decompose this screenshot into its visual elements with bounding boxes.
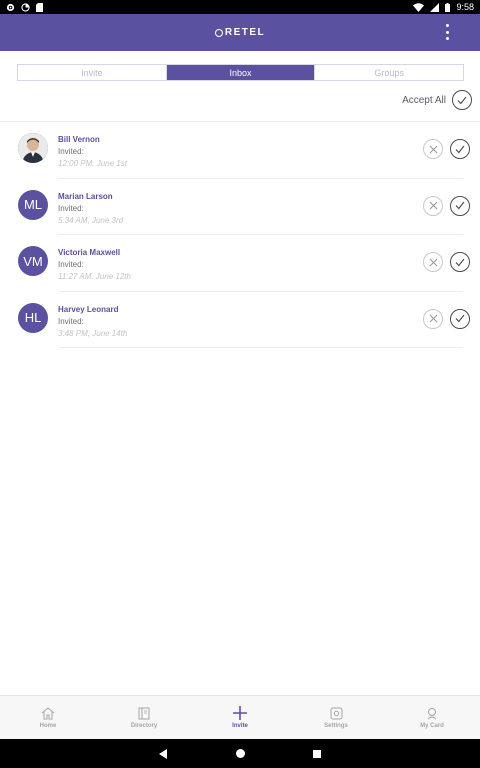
segmented-tabs: Invite Inbox Groups	[17, 64, 464, 81]
back-button[interactable]	[159, 748, 168, 759]
status-bar: 9:58	[0, 0, 480, 14]
home-circle-icon	[236, 749, 245, 758]
close-icon	[429, 258, 437, 266]
accept-all-button[interactable]: Accept All	[402, 90, 472, 110]
check-icon	[455, 314, 465, 323]
invite-name: Harvey Leonard	[58, 304, 119, 314]
nav-home[interactable]: Home	[0, 696, 96, 739]
avatar: VM	[18, 246, 48, 276]
recents-square-icon	[313, 749, 321, 758]
invite-status: Invited:	[58, 203, 84, 213]
nav-settings[interactable]: Settings	[288, 696, 384, 739]
decline-button[interactable]	[423, 139, 443, 159]
directory-icon	[138, 707, 150, 719]
avatar: ML	[18, 189, 48, 220]
avatar	[18, 133, 48, 163]
invite-list: Bill Vernon Invited: 12:00 PM, June 1st …	[0, 122, 480, 348]
decline-button[interactable]	[423, 252, 443, 272]
app-bar: RETEL	[0, 14, 480, 51]
home-icon	[41, 706, 55, 719]
avatar: HL	[18, 302, 48, 333]
nav-label: Directory	[130, 722, 158, 729]
invite-time: 3:48 PM, June 14th	[58, 328, 128, 338]
signal-icon	[430, 2, 440, 12]
nav-my-card[interactable]: My Card	[384, 696, 480, 739]
invite-status: Invited:	[58, 260, 84, 269]
check-icon	[455, 258, 465, 266]
back-triangle-icon	[159, 748, 167, 759]
check-icon	[455, 201, 465, 210]
accept-button[interactable]	[450, 308, 470, 329]
list-item: ML Marian Larson Invited: 5:34 AM, June …	[0, 179, 480, 236]
nav-invite[interactable]: Invite	[192, 696, 288, 739]
logo-ring-icon	[214, 28, 223, 37]
home-button[interactable]	[236, 749, 245, 758]
sd-card-icon	[36, 2, 43, 12]
list-item: VM Victoria Maxwell Invited: 11:27 AM, J…	[0, 235, 480, 292]
invite-name: Bill Vernon	[58, 135, 100, 144]
battery-icon	[445, 2, 451, 12]
bottom-nav: Home Directory Invite Settings My Card	[0, 695, 480, 739]
tab-groups[interactable]: Groups	[314, 65, 463, 80]
more-vert-icon[interactable]	[444, 24, 450, 40]
tab-invite[interactable]: Invite	[18, 65, 166, 80]
nav-label: Home	[39, 722, 57, 729]
check-icon	[455, 145, 465, 153]
gear-icon	[6, 3, 15, 12]
decline-button[interactable]	[423, 308, 443, 329]
close-icon	[429, 201, 437, 210]
plus-icon	[233, 706, 247, 720]
app-logo: RETEL	[214, 27, 266, 38]
check-icon	[452, 90, 472, 110]
invite-name: Victoria Maxwell	[58, 248, 121, 257]
list-item: Bill Vernon Invited: 12:00 PM, June 1st	[0, 122, 480, 179]
accept-all-label: Accept All	[402, 94, 446, 106]
clock-time: 9:58	[456, 2, 474, 12]
accept-button[interactable]	[450, 195, 470, 216]
tab-inbox[interactable]: Inbox	[165, 65, 315, 80]
person-photo-icon	[18, 133, 48, 163]
system-nav-bar	[0, 739, 480, 768]
close-icon	[429, 145, 437, 153]
decline-button[interactable]	[423, 195, 443, 216]
invite-name: Marian Larson	[58, 191, 113, 201]
nav-label: My Card	[420, 722, 444, 729]
invite-status: Invited:	[58, 316, 84, 326]
close-icon	[429, 314, 437, 323]
wifi-icon	[413, 2, 425, 12]
invite-time: 5:34 AM, June 3rd	[58, 215, 124, 225]
nav-directory[interactable]: Directory	[96, 696, 192, 739]
invite-time: 11:27 AM, June 12th	[58, 272, 131, 281]
list-item: HL Harvey Leonard Invited: 3:48 PM, June…	[0, 292, 480, 349]
nav-label: Invite	[232, 723, 248, 729]
my-card-icon	[427, 707, 437, 719]
settings-icon	[330, 707, 342, 719]
invite-time: 12:00 PM, June 1st	[58, 159, 127, 168]
nav-label: Settings	[324, 722, 348, 729]
recents-button[interactable]	[313, 749, 321, 758]
accept-button[interactable]	[450, 139, 470, 159]
accept-button[interactable]	[450, 252, 470, 272]
invite-status: Invited:	[58, 147, 84, 156]
data-saver-icon	[21, 2, 30, 12]
logo-text: RETEL	[224, 27, 266, 38]
